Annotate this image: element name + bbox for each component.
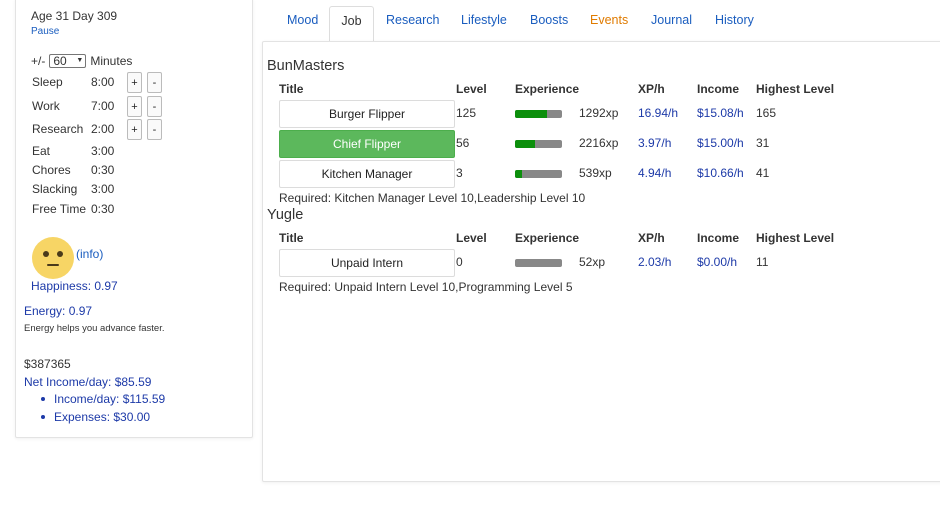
job-button-unpaid-intern[interactable]: Unpaid Intern xyxy=(279,249,455,277)
increase-work-button[interactable]: + xyxy=(127,96,142,117)
job-requirement: Required: Unpaid Intern Level 10,Program… xyxy=(279,280,573,294)
schedule-label-chores: Chores xyxy=(32,163,71,177)
pause-link[interactable]: Pause xyxy=(31,26,59,37)
column-header-highest: Highest Level xyxy=(756,231,835,245)
increase-research-button[interactable]: + xyxy=(127,119,142,140)
income-per-day: Income/day: $115.59 xyxy=(40,392,166,406)
face-mouth xyxy=(47,264,59,266)
column-header-experience: Experience xyxy=(515,82,580,96)
schedule-label-work: Work xyxy=(32,99,60,113)
schedule-time-chores: 0:30 xyxy=(91,163,115,177)
xp-progress-fill xyxy=(515,140,535,148)
decrease-sleep-button[interactable]: - xyxy=(147,72,162,93)
tab-lifestyle[interactable]: Lifestyle xyxy=(461,6,507,41)
job-level: 125 xyxy=(456,106,477,120)
time-step-prefix: +/- xyxy=(31,54,46,68)
face-eye xyxy=(43,251,49,257)
schedule-label-free-time: Free Time xyxy=(32,202,87,216)
tab-journal[interactable]: Journal xyxy=(651,6,692,41)
job-highest-level: 165 xyxy=(756,106,777,120)
job-highest-level: 11 xyxy=(756,255,769,269)
schedule-time-eat: 3:00 xyxy=(91,144,115,158)
schedule-time-slacking: 3:00 xyxy=(91,182,115,196)
job-button-kitchen-manager[interactable]: Kitchen Manager xyxy=(279,160,455,188)
xp-progress-bar xyxy=(515,140,562,148)
job-xp-per-hour: 4.94/h xyxy=(638,166,672,180)
job-button-burger-flipper[interactable]: Burger Flipper xyxy=(279,100,455,128)
age-day-label: Age 31 Day 309 xyxy=(31,9,118,23)
decrease-work-button[interactable]: - xyxy=(147,96,162,117)
dropdown-caret-icon: ▼ xyxy=(76,57,84,64)
xp-progress-bar xyxy=(515,259,562,267)
xp-progress-bar xyxy=(515,170,562,178)
happiness-value: Happiness: 0.97 xyxy=(31,279,118,293)
column-header-xph: XP/h xyxy=(638,231,665,245)
column-header-xph: XP/h xyxy=(638,82,665,96)
column-header-income: Income xyxy=(697,82,740,96)
column-header-level: Level xyxy=(456,82,487,96)
job-xp: 1292xp xyxy=(579,106,619,120)
xp-progress-fill xyxy=(515,170,522,178)
job-highest-level: 31 xyxy=(756,136,770,150)
schedule-label-eat: Eat xyxy=(32,144,51,158)
job-income: $15.08/h xyxy=(697,106,744,120)
time-step-select[interactable]: 60 ▼ xyxy=(49,54,87,68)
job-button-chief-flipper[interactable]: Chief Flipper xyxy=(279,130,455,158)
money-balance: $387365 xyxy=(24,357,71,371)
schedule-label-slacking: Slacking xyxy=(32,182,78,196)
schedule-time-work: 7:00 xyxy=(91,99,115,113)
job-income: $0.00/h xyxy=(697,255,738,269)
xp-progress-bar xyxy=(515,110,562,118)
column-header-experience: Experience xyxy=(515,231,580,245)
tab-job[interactable]: Job xyxy=(329,6,374,41)
column-header-title: Title xyxy=(279,231,304,245)
tab-boosts[interactable]: Boosts xyxy=(530,6,568,41)
job-xp-per-hour: 3.97/h xyxy=(638,136,672,150)
xp-progress-fill xyxy=(515,110,547,118)
mood-info-link[interactable]: (info) xyxy=(76,247,103,261)
schedule-label-sleep: Sleep xyxy=(32,75,63,89)
time-step-value: 60 xyxy=(53,54,67,68)
column-header-title: Title xyxy=(279,82,304,96)
net-income-value: Net Income/day: $85.59 xyxy=(24,375,152,389)
energy-note: Energy helps you advance faster. xyxy=(24,323,165,334)
schedule-time-research: 2:00 xyxy=(91,122,115,136)
face-eye xyxy=(57,251,63,257)
schedule-label-research: Research xyxy=(32,122,84,136)
job-panel: BunMasters Title Level Experience XP/h Income… xyxy=(262,41,940,482)
job-xp: 539xp xyxy=(579,166,612,180)
schedule-time-free-time: 0:30 xyxy=(91,202,115,216)
status-panel: Age 31 Day 309 Pause +/- 60 ▼ Minutes (i… xyxy=(15,0,253,438)
job-xp-per-hour: 16.94/h xyxy=(638,106,679,120)
increase-sleep-button[interactable]: + xyxy=(127,72,142,93)
company-name: Yugle xyxy=(267,207,304,223)
job-highest-level: 41 xyxy=(756,166,770,180)
tab-mood[interactable]: Mood xyxy=(287,6,318,41)
tab-research[interactable]: Research xyxy=(386,6,440,41)
column-header-level: Level xyxy=(456,231,487,245)
schedule-time-sleep: 8:00 xyxy=(91,75,115,89)
job-income: $10.66/h xyxy=(697,166,744,180)
job-level: 0 xyxy=(456,255,463,269)
tab-history[interactable]: History xyxy=(715,6,754,41)
decrease-research-button[interactable]: - xyxy=(147,119,162,140)
job-requirement: Required: Kitchen Manager Level 10,Leade… xyxy=(279,191,586,205)
energy-value: Energy: 0.97 xyxy=(24,304,93,318)
job-xp-per-hour: 2.03/h xyxy=(638,255,672,269)
time-step-unit: Minutes xyxy=(90,54,133,68)
neutral-face-icon xyxy=(32,237,74,279)
column-header-income: Income xyxy=(697,231,740,245)
job-xp: 2216xp xyxy=(579,136,619,150)
job-income: $15.00/h xyxy=(697,136,744,150)
job-level: 56 xyxy=(456,136,470,150)
company-name: BunMasters xyxy=(267,58,345,74)
job-xp: 52xp xyxy=(579,255,606,269)
time-step-row: +/- 60 ▼ Minutes xyxy=(31,54,132,68)
job-level: 3 xyxy=(456,166,463,180)
expenses-per-day: Expenses: $30.00 xyxy=(40,410,151,424)
tab-events[interactable]: Events xyxy=(590,6,628,41)
column-header-highest: Highest Level xyxy=(756,82,835,96)
